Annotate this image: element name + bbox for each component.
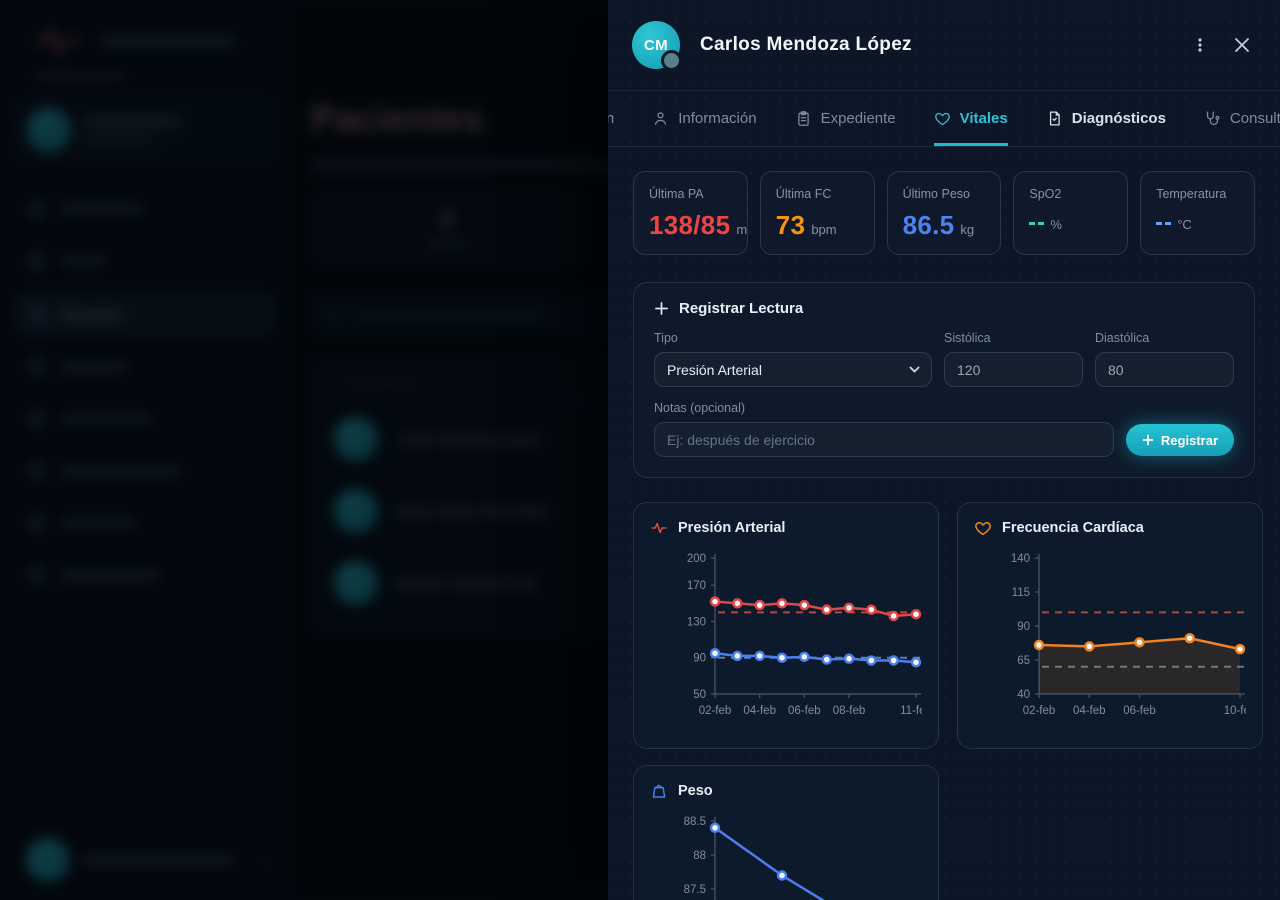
stethoscope-icon bbox=[1204, 110, 1221, 127]
stat-card-fc: Última FC 73bpm bbox=[760, 171, 875, 255]
form-title: Registrar Lectura bbox=[654, 300, 1234, 317]
patient-detail-modal: CM Carlos Mendoza López Resumen Informac… bbox=[608, 0, 1280, 900]
svg-text:87.5: 87.5 bbox=[684, 884, 706, 896]
modal-header: CM Carlos Mendoza López bbox=[608, 0, 1280, 91]
tab-informacion[interactable]: Información bbox=[652, 91, 756, 146]
plus-icon bbox=[1142, 434, 1154, 446]
svg-text:04-feb: 04-feb bbox=[743, 705, 776, 717]
chart-card-frecuencia-cardiaca: Frecuencia Cardíaca 140 115 90 65 40 02-feb 04… bbox=[957, 502, 1263, 749]
svg-text:02-feb: 02-feb bbox=[699, 705, 732, 717]
chart-card-peso: Peso 88.58887.58786.502-feb05-feb08-feb1… bbox=[633, 765, 939, 900]
svg-text:88: 88 bbox=[693, 850, 706, 862]
sistolica-label: Sistólica bbox=[944, 331, 1083, 345]
peso-chart: 88.58887.58786.502-feb05-feb08-feb11-feb bbox=[650, 812, 922, 900]
svg-text:170: 170 bbox=[687, 580, 706, 592]
svg-text:115: 115 bbox=[1012, 587, 1030, 599]
stat-card-peso: Último Peso 86.5kg bbox=[887, 171, 1002, 255]
svg-text:10-feb: 10-feb bbox=[1224, 705, 1246, 717]
status-badge bbox=[661, 50, 682, 71]
vitales-panel: Última PA 138/85mmHg Última FC 73bpm Últ… bbox=[608, 171, 1280, 900]
close-icon bbox=[1234, 37, 1250, 53]
svg-text:02-feb: 02-feb bbox=[1023, 705, 1056, 717]
svg-text:06-feb: 06-feb bbox=[788, 705, 821, 717]
svg-text:08-feb: 08-feb bbox=[833, 705, 866, 717]
notas-label: Notas (opcional) bbox=[654, 401, 1114, 415]
svg-text:88.5: 88.5 bbox=[684, 816, 706, 828]
tab-bar: Resumen Información Expediente Vitales D… bbox=[608, 91, 1280, 147]
heart-icon bbox=[934, 110, 951, 127]
close-button[interactable] bbox=[1226, 29, 1258, 61]
plus-icon bbox=[654, 301, 669, 316]
sistolica-input[interactable] bbox=[944, 352, 1083, 387]
svg-text:200: 200 bbox=[687, 553, 706, 565]
stat-value: 138/85 bbox=[649, 210, 730, 241]
tipo-label: Tipo bbox=[654, 331, 932, 345]
svg-text:65: 65 bbox=[1017, 655, 1030, 667]
svg-text:11-feb: 11-feb bbox=[900, 705, 922, 717]
stat-value: 86.5 bbox=[903, 210, 955, 241]
registrar-lectura-card: Registrar Lectura Tipo Presión Arterial … bbox=[633, 282, 1255, 478]
chart-title: Peso bbox=[650, 782, 922, 800]
stat-value: 73 bbox=[776, 210, 806, 241]
chart-title: Presión Arterial bbox=[650, 519, 922, 537]
fc-chart: 140 115 90 65 40 02-feb 04-feb 06-feb 10-feb bbox=[974, 549, 1246, 730]
kebab-menu-icon bbox=[1192, 37, 1208, 53]
tab-vitales[interactable]: Vitales bbox=[934, 91, 1008, 146]
chart-card-presion-arterial: Presión Arterial 200 170 130 90 50 02-feb 04-f… bbox=[633, 502, 939, 749]
tab-resumen[interactable]: Resumen bbox=[608, 91, 614, 146]
patient-name-title: Carlos Mendoza López bbox=[700, 34, 912, 56]
charts-grid: Presión Arterial 200 170 130 90 50 02-feb 04-f… bbox=[633, 502, 1255, 900]
heart-icon bbox=[974, 519, 992, 537]
stat-card-temperatura: Temperatura °C bbox=[1140, 171, 1255, 255]
tipo-select[interactable]: Presión Arterial bbox=[654, 352, 932, 387]
svg-text:06-feb: 06-feb bbox=[1123, 705, 1156, 717]
vitals-stats-row: Última PA 138/85mmHg Última FC 73bpm Últ… bbox=[633, 171, 1255, 255]
weight-icon bbox=[650, 782, 668, 800]
tab-expediente[interactable]: Expediente bbox=[795, 91, 896, 146]
tab-diagnosticos[interactable]: Diagnósticos bbox=[1046, 91, 1166, 146]
diastolica-label: Diastólica bbox=[1095, 331, 1234, 345]
stat-card-pa: Última PA 138/85mmHg bbox=[633, 171, 748, 255]
svg-text:140: 140 bbox=[1011, 553, 1030, 565]
chart-title: Frecuencia Cardíaca bbox=[974, 519, 1246, 537]
avatar: CM bbox=[632, 21, 680, 69]
pulse-icon bbox=[650, 519, 668, 537]
svg-text:130: 130 bbox=[687, 616, 706, 628]
diastolica-input[interactable] bbox=[1095, 352, 1234, 387]
user-icon bbox=[652, 110, 669, 127]
svg-text:50: 50 bbox=[693, 689, 706, 701]
svg-text:04-feb: 04-feb bbox=[1073, 705, 1106, 717]
tab-consultas[interactable]: Consultas bbox=[1204, 91, 1280, 146]
empty-value-dash bbox=[1156, 222, 1171, 225]
more-options-button[interactable] bbox=[1184, 29, 1216, 61]
file-icon bbox=[1046, 110, 1063, 127]
notas-input[interactable] bbox=[654, 422, 1114, 457]
svg-text:40: 40 bbox=[1017, 689, 1030, 701]
empty-value-dash bbox=[1029, 222, 1044, 225]
svg-text:90: 90 bbox=[693, 653, 706, 665]
stat-card-spo2: SpO2 % bbox=[1013, 171, 1128, 255]
clipboard-icon bbox=[795, 110, 812, 127]
svg-text:90: 90 bbox=[1017, 621, 1030, 633]
registrar-button[interactable]: Registrar bbox=[1126, 424, 1234, 456]
bp-chart: 200 170 130 90 50 02-feb 04-feb 06-feb 08-feb 11-… bbox=[650, 549, 922, 730]
